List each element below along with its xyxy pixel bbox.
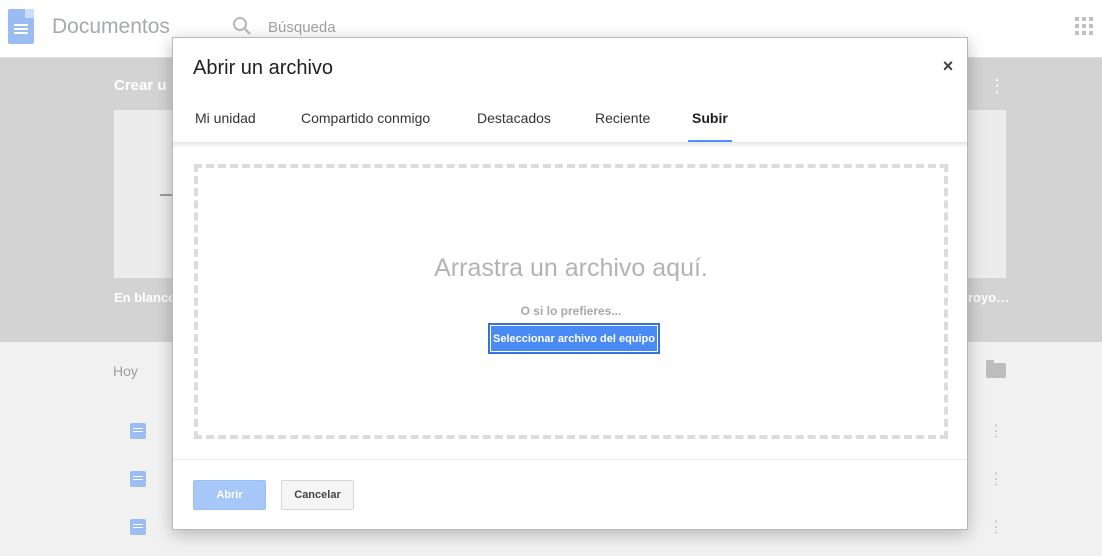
docs-icon xyxy=(130,423,146,439)
search-icon[interactable] xyxy=(232,16,252,36)
tab-subir[interactable]: Subir xyxy=(688,98,732,142)
plus-icon xyxy=(160,194,172,196)
search-input[interactable] xyxy=(268,17,668,37)
footer-divider xyxy=(173,459,967,460)
folder-icon[interactable] xyxy=(986,360,1006,378)
docs-icon xyxy=(130,471,146,487)
dialog-tabs: Mi unidad Compartido conmigo Destacados … xyxy=(173,98,967,142)
template-card[interactable] xyxy=(968,110,1006,278)
open-file-dialog: Abrir un archivo × Mi unidad Compartido … xyxy=(172,37,968,530)
create-section-label: Crear u xyxy=(114,77,167,94)
file-drop-zone[interactable]: Arrastra un archivo aquí. O si lo prefie… xyxy=(194,164,948,439)
drop-zone-heading: Arrastra un archivo aquí. xyxy=(434,254,708,282)
app-title: Documentos xyxy=(52,15,170,38)
more-options-icon[interactable]: ⋮ xyxy=(988,469,1004,489)
cancel-button[interactable]: Cancelar xyxy=(281,480,354,510)
tab-mi-unidad[interactable]: Mi unidad xyxy=(195,98,256,142)
template-blank-label: En blanco xyxy=(114,290,177,305)
select-file-button[interactable]: Seleccionar archivo del equipo xyxy=(488,323,660,354)
more-options-icon[interactable]: ⋮ xyxy=(988,517,1004,537)
docs-icon xyxy=(130,519,146,535)
open-button[interactable]: Abrir xyxy=(193,480,266,510)
template-blank[interactable] xyxy=(114,110,172,278)
tabs-divider xyxy=(173,142,967,148)
tab-reciente[interactable]: Reciente xyxy=(595,98,650,142)
apps-grid-icon[interactable] xyxy=(1075,17,1093,35)
today-label: Hoy xyxy=(113,363,138,379)
dialog-title: Abrir un archivo xyxy=(193,57,334,79)
drop-zone-subtext: O si lo prefieres... xyxy=(520,304,622,318)
more-options-icon[interactable]: ⋮ xyxy=(987,76,1007,96)
docs-logo-icon[interactable] xyxy=(8,9,34,44)
template-card-label: royo… xyxy=(968,290,1010,305)
more-options-icon[interactable]: ⋮ xyxy=(988,421,1004,441)
close-icon[interactable]: × xyxy=(937,54,959,78)
tab-compartido-conmigo[interactable]: Compartido conmigo xyxy=(301,98,430,142)
tab-destacados[interactable]: Destacados xyxy=(477,98,551,142)
